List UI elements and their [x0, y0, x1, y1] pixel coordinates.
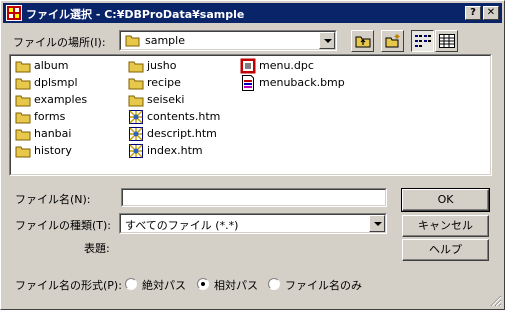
file-name: seiseki: [147, 93, 185, 106]
bmp-file-icon: [242, 75, 254, 91]
close-button[interactable]: ✕: [483, 6, 499, 20]
resize-grip-icon[interactable]: [490, 295, 502, 307]
radio-filename-only-label[interactable]: ファイル名のみ: [285, 277, 362, 293]
filetype-label: ファイルの種類(T):: [15, 219, 112, 232]
file-name: forms: [34, 110, 66, 123]
filetype-combo[interactable]: すべてのファイル (*.*): [119, 213, 387, 234]
help-button[interactable]: ヘルプ: [402, 239, 489, 261]
file-name: index.htm: [147, 144, 203, 157]
file-name: examples: [34, 93, 88, 106]
location-label: ファイルの場所(I):: [13, 36, 106, 49]
title-field-label: 表題:: [84, 242, 110, 255]
title-bar[interactable]: ファイル選択 - C:¥DBProData¥sample ? ✕: [3, 3, 502, 23]
file-name: menuback.bmp: [259, 76, 345, 89]
file-name: descript.htm: [147, 127, 217, 140]
cancel-button[interactable]: キャンセル: [402, 215, 489, 237]
list-view-button[interactable]: [411, 30, 434, 52]
filetype-dropdown-arrow[interactable]: [369, 215, 385, 232]
file-dialog-window: ファイル選択 - C:¥DBProData¥sample ? ✕ ファイルの場所…: [0, 0, 505, 310]
file-name: menu.dpc: [259, 59, 314, 72]
filename-label: ファイル名(N):: [15, 193, 91, 206]
new-folder-button[interactable]: [381, 30, 404, 52]
window-title: ファイル選択 - C:¥DBProData¥sample: [26, 8, 245, 21]
folder-icon: [128, 95, 144, 107]
folder-icon: [15, 146, 31, 158]
radio-relative-path-label[interactable]: 相対パス: [214, 277, 258, 293]
radio-absolute-path[interactable]: [125, 278, 137, 290]
dpc-file-icon: [240, 58, 256, 74]
file-name: dplsmpl: [34, 76, 78, 89]
details-view-button[interactable]: [435, 30, 458, 52]
htm-file-icon: [129, 110, 143, 124]
file-name: jusho: [147, 59, 177, 72]
location-dropdown-arrow[interactable]: [319, 32, 335, 49]
list-view-icon: [415, 35, 431, 47]
location-value: sample: [145, 34, 185, 47]
htm-file-icon: [129, 144, 143, 158]
up-folder-button[interactable]: [351, 30, 374, 52]
folder-up-icon: [355, 36, 371, 48]
details-view-icon: [439, 34, 455, 48]
radio-absolute-path-label[interactable]: 絶対パス: [142, 277, 186, 293]
file-list[interactable]: album dplsmpl examples forms hanbai hist…: [9, 54, 492, 176]
folder-icon: [15, 95, 31, 107]
filetype-value: すべてのファイル (*.*): [125, 219, 239, 232]
folder-open-icon: [125, 35, 140, 47]
app-icon: [6, 5, 22, 21]
file-name: album: [34, 59, 69, 72]
folder-icon: [128, 61, 144, 73]
new-folder-icon: [385, 34, 400, 48]
file-name: recipe: [147, 76, 181, 89]
radio-filename-only[interactable]: [268, 278, 280, 290]
file-name: contents.htm: [147, 110, 221, 123]
location-combo[interactable]: sample: [119, 30, 337, 51]
ok-button[interactable]: OK: [401, 188, 490, 212]
file-name: hanbai: [34, 127, 72, 140]
filename-field[interactable]: [121, 188, 387, 207]
file-name: history: [34, 144, 72, 157]
folder-icon: [15, 78, 31, 90]
folder-icon: [15, 129, 31, 141]
radio-selected-dot: [201, 282, 205, 286]
help-title-button[interactable]: ?: [465, 6, 481, 20]
folder-icon: [15, 112, 31, 124]
folder-icon: [15, 61, 31, 73]
htm-file-icon: [129, 127, 143, 141]
radio-relative-path[interactable]: [197, 278, 209, 290]
format-label: ファイル名の形式(P):: [15, 279, 122, 292]
folder-icon: [128, 78, 144, 90]
